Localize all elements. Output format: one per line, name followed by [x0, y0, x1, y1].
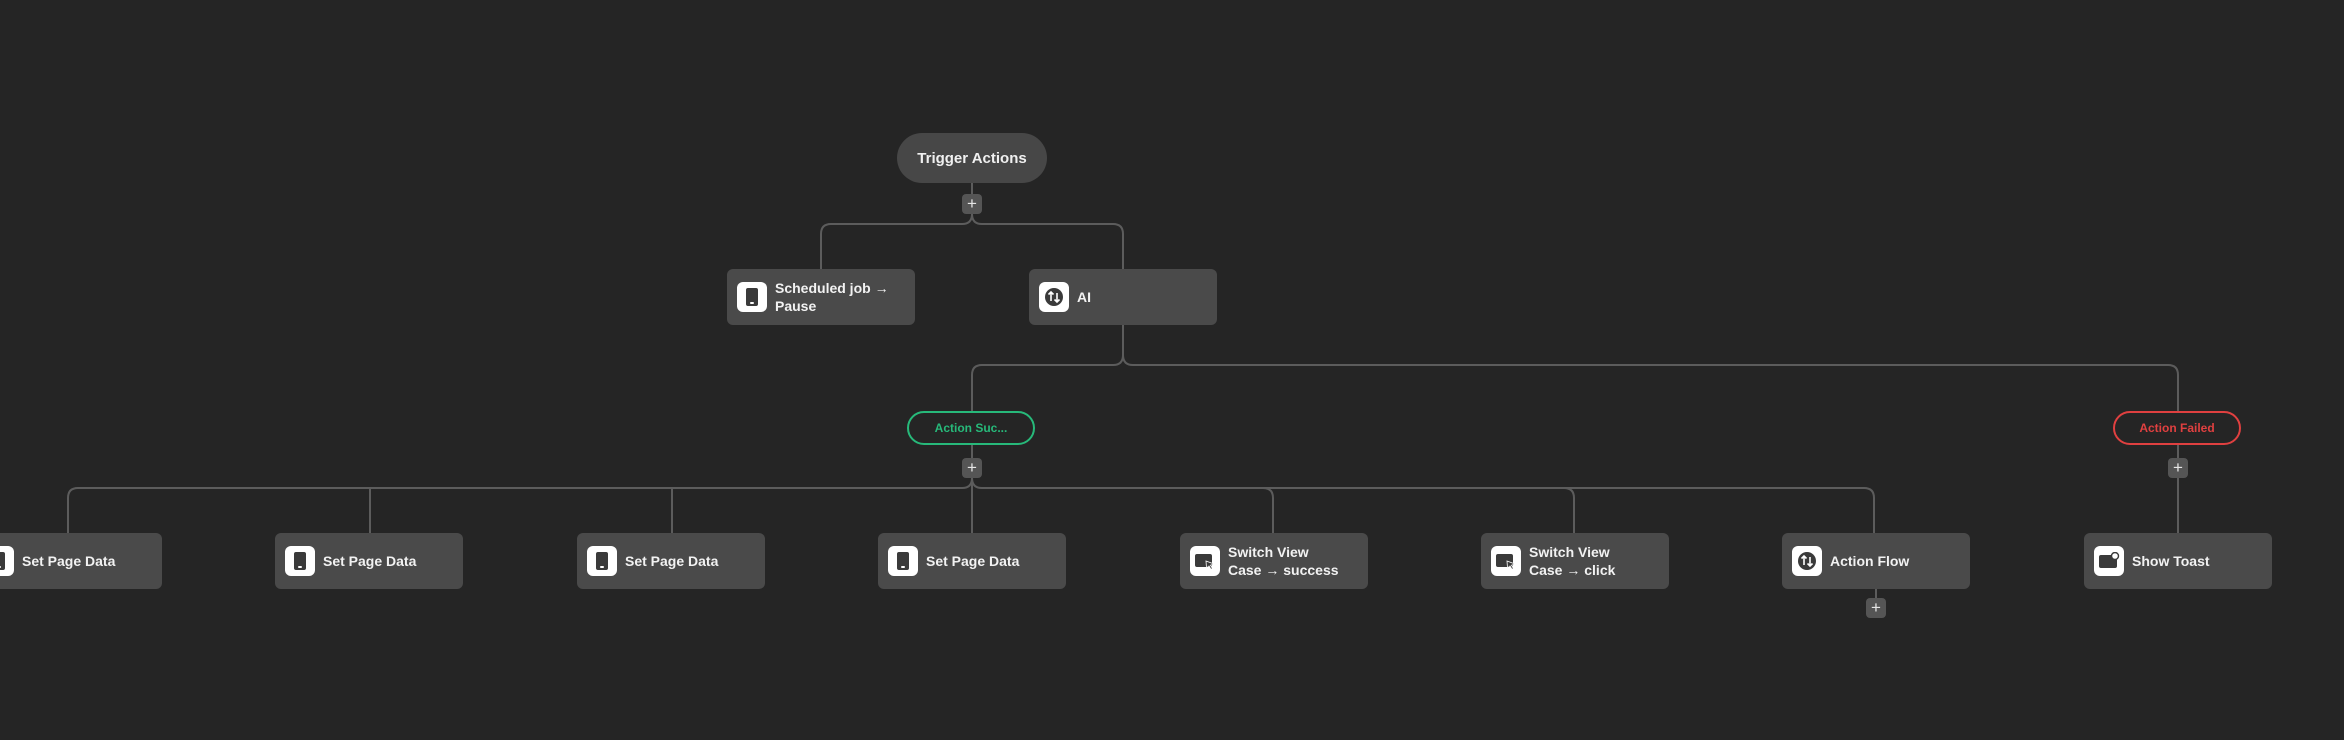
add-after-action-flow-button[interactable]: +	[1866, 598, 1886, 618]
node-label: Show Toast	[2132, 553, 2210, 569]
phone-icon	[285, 546, 315, 576]
node-scheduled-job[interactable]: Scheduled job → Pause	[727, 269, 915, 325]
add-failed-action-button[interactable]: +	[2168, 458, 2188, 478]
branch-action-failed[interactable]: Action Failed	[2113, 411, 2241, 445]
node-set-page-data[interactable]: Set Page Data	[577, 533, 765, 589]
phone-icon	[0, 546, 14, 576]
branch-action-success[interactable]: Action Suc...	[907, 411, 1035, 445]
switch-view-icon	[1491, 546, 1521, 576]
node-show-toast[interactable]: Show Toast	[2084, 533, 2272, 589]
trigger-actions-label: Trigger Actions	[917, 149, 1027, 167]
sort-arrows-icon	[1039, 282, 1069, 312]
connector-lines	[67, 183, 2179, 598]
sort-arrows-icon	[1792, 546, 1822, 576]
node-set-page-data[interactable]: Set Page Data	[0, 533, 162, 589]
edge-to-scheduled-job	[820, 213, 973, 269]
edge-to-action-5b	[1262, 487, 1274, 533]
node-label: Action Flow	[1830, 553, 1910, 569]
add-success-action-button[interactable]: +	[962, 458, 982, 478]
switch-view-icon	[1190, 546, 1220, 576]
node-label: Scheduled job → Pause	[775, 280, 889, 314]
edge-ai-to-success	[971, 325, 1124, 411]
node-action-flow[interactable]: Action Flow	[1782, 533, 1970, 589]
node-label: Switch View Case → click	[1529, 544, 1616, 578]
branch-label: Action Failed	[2139, 421, 2215, 435]
node-switch-view-case-success[interactable]: Switch View Case → success	[1180, 533, 1368, 589]
node-label: Set Page Data	[926, 553, 1020, 569]
edge-to-ai	[971, 213, 1124, 269]
phone-icon	[587, 546, 617, 576]
add-action-button[interactable]: +	[962, 194, 982, 214]
edge-to-action-6	[1563, 487, 1575, 533]
node-label: Set Page Data	[625, 553, 719, 569]
node-label: AI	[1077, 289, 1091, 305]
node-set-page-data[interactable]: Set Page Data	[878, 533, 1066, 589]
node-switch-view-case-click[interactable]: Switch View Case → click	[1481, 533, 1669, 589]
toast-icon	[2094, 546, 2124, 576]
edge-ai-to-failed	[1122, 325, 2179, 411]
edge-to-action-5	[971, 477, 1875, 533]
node-ai[interactable]: AI	[1029, 269, 1217, 325]
trigger-actions-node[interactable]: Trigger Actions	[897, 133, 1047, 183]
phone-icon	[888, 546, 918, 576]
phone-icon	[737, 282, 767, 312]
node-label: Set Page Data	[323, 553, 417, 569]
edge-to-action-1	[67, 477, 973, 533]
flow-canvas: Trigger Actions + Scheduled job → Pause …	[0, 0, 2344, 740]
node-set-page-data[interactable]: Set Page Data	[275, 533, 463, 589]
branch-label: Action Suc...	[934, 421, 1008, 435]
node-label: Switch View Case → success	[1228, 544, 1339, 578]
node-label: Set Page Data	[22, 553, 116, 569]
